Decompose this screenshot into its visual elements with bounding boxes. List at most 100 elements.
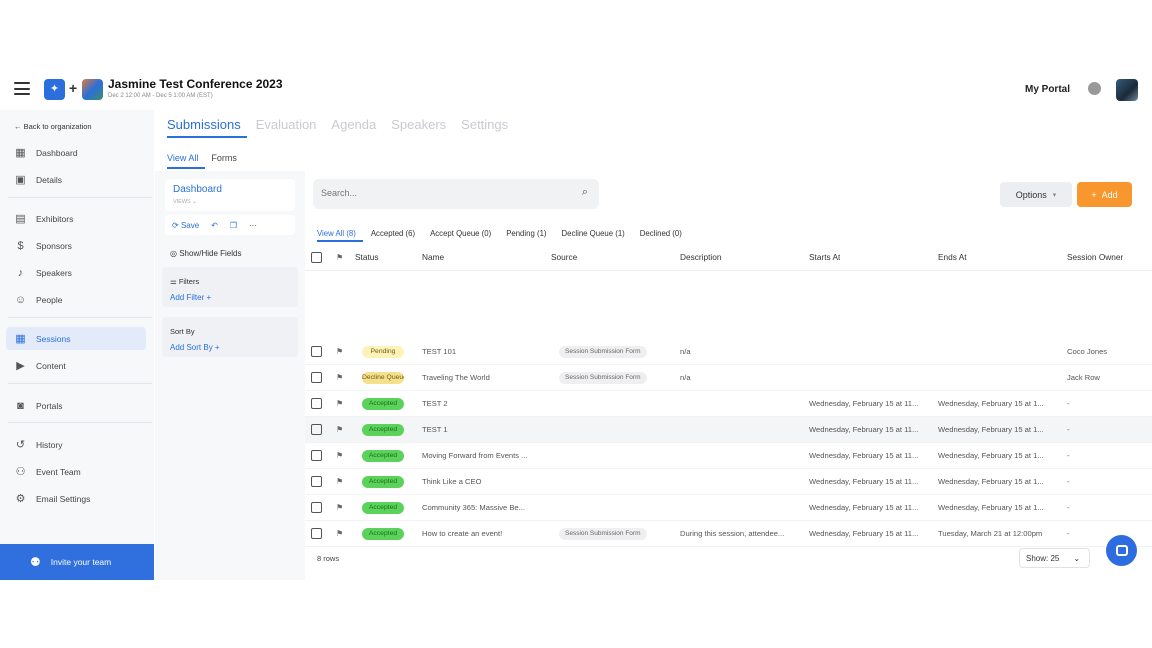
table-row[interactable]: ⚑ Accepted Think Like a CEO Wednesday, F… xyxy=(305,469,1152,495)
sidebar-item-label: Portals xyxy=(36,400,63,411)
table-row[interactable]: ⚑ Accepted Moving Forward from Events ..… xyxy=(305,443,1152,469)
row-checkbox[interactable] xyxy=(311,346,322,357)
back-to-organization-link[interactable]: ← Back to organization xyxy=(14,122,92,131)
column-header[interactable]: Ends At xyxy=(938,252,967,262)
row-description: n/a xyxy=(680,347,691,356)
grid-calendar-icon: ▦ xyxy=(15,333,26,345)
row-checkbox[interactable] xyxy=(311,424,322,435)
sidebar-item-people[interactable]: ☺ People xyxy=(6,288,146,311)
view-selector[interactable]: Dashboard VIEWS ⌄ xyxy=(165,179,295,211)
page-size-label: Show: 25 xyxy=(1026,553,1060,563)
flag-icon[interactable]: ⚑ xyxy=(336,373,343,382)
tab-speakers[interactable]: Speakers xyxy=(391,117,446,132)
history-icon: ↺ xyxy=(15,439,26,451)
table-row[interactable]: ⚑ Accepted How to create an event! Sessi… xyxy=(305,521,1152,547)
options-label: Options xyxy=(1015,189,1047,200)
sidebar-item-event-team[interactable]: ⚇ Event Team xyxy=(6,460,146,483)
save-view-button[interactable]: ⟳ Save xyxy=(172,221,199,230)
row-starts: Wednesday, February 15 at 11... xyxy=(809,529,919,538)
column-header[interactable]: Name xyxy=(422,252,444,262)
copy-icon[interactable]: ❐ xyxy=(230,221,237,230)
person-icon: ☺ xyxy=(14,293,27,306)
filter-tab-pending[interactable]: Pending (1) xyxy=(506,229,546,238)
page-size-select[interactable]: Show: 25 ⌄ xyxy=(1019,548,1090,568)
sidebar-item-details[interactable]: ▣ Details xyxy=(6,168,146,191)
table-row[interactable]: ⚑ Accepted TEST 2 Wednesday, February 15… xyxy=(305,391,1152,417)
status-badge: Accepted xyxy=(362,423,404,436)
flag-icon[interactable]: ⚑ xyxy=(336,477,343,486)
options-button[interactable]: Options ▾ xyxy=(1000,182,1072,207)
sidebar-item-speakers[interactable]: ♪ Speakers xyxy=(6,261,146,284)
filter-tab-accept-queue[interactable]: Accept Queue (0) xyxy=(430,229,491,238)
table-row[interactable]: ⚑ Pending TEST 101 Session Submission Fo… xyxy=(305,339,1152,365)
subtab-forms[interactable]: Forms xyxy=(211,153,237,163)
add-filter-button[interactable]: Add Filter + xyxy=(170,293,211,302)
avatar[interactable] xyxy=(1116,79,1138,101)
plus-icon: + xyxy=(69,80,78,96)
row-starts: Wednesday, February 15 at 11... xyxy=(809,425,919,434)
select-all-checkbox[interactable] xyxy=(311,251,322,263)
row-checkbox[interactable] xyxy=(311,528,322,539)
sidebar-item-email-settings[interactable]: ⚙ Email Settings xyxy=(6,487,146,510)
sidebar-item-dashboard[interactable]: ▦ Dashboard xyxy=(6,141,146,164)
column-header[interactable]: Starts At xyxy=(809,252,840,262)
status-filter-tabs: View All (8) Accepted (6) Accept Queue (… xyxy=(317,229,682,238)
row-checkbox[interactable] xyxy=(311,398,322,409)
hamburger-menu-icon[interactable] xyxy=(14,82,30,95)
add-sort-button[interactable]: Add Sort By + xyxy=(170,343,220,352)
flag-icon[interactable]: ⚑ xyxy=(336,347,343,356)
table-row[interactable]: ⚑ Accepted TEST 1 Wednesday, February 15… xyxy=(305,417,1152,443)
tab-settings[interactable]: Settings xyxy=(461,117,508,132)
chevron-down-icon: ⌄ xyxy=(1073,553,1081,563)
row-starts: Wednesday, February 15 at 11... xyxy=(809,477,919,486)
search-input[interactable]: Search... ⌕ xyxy=(313,179,599,209)
filter-tab-declined[interactable]: Declined (0) xyxy=(640,229,682,238)
row-description: During this session, attendee... xyxy=(680,529,785,538)
sidebar-item-history[interactable]: ↺ History xyxy=(6,433,146,456)
row-count: 8 rows xyxy=(317,554,340,563)
flag-icon[interactable]: ⚑ xyxy=(336,425,343,434)
add-button[interactable]: + Add xyxy=(1077,182,1132,207)
divider xyxy=(8,383,152,384)
row-checkbox[interactable] xyxy=(311,476,322,487)
sidebar-item-label: People xyxy=(36,294,63,305)
tab-agenda[interactable]: Agenda xyxy=(331,117,376,132)
sidebar-item-exhibitors[interactable]: ▤ Exhibitors xyxy=(6,207,146,230)
sidebar-item-sponsors[interactable]: $ Sponsors xyxy=(6,234,146,257)
invite-team-button[interactable]: ⚉ Invite your team xyxy=(0,544,154,580)
table-row[interactable]: ⚑ Accepted Community 365: Massive Be... … xyxy=(305,495,1152,521)
sidebar-item-content[interactable]: ▶ Content xyxy=(6,354,146,377)
subtab-view-all[interactable]: View All xyxy=(167,153,198,163)
flag-icon[interactable]: ⚑ xyxy=(336,399,343,408)
column-header[interactable]: Session Owner xyxy=(1067,252,1123,262)
my-portal-link[interactable]: My Portal xyxy=(1025,84,1070,95)
tab-evaluation[interactable]: Evaluation xyxy=(256,117,317,132)
flag-icon[interactable]: ⚑ xyxy=(336,529,343,538)
views-dropdown[interactable]: VIEWS ⌄ xyxy=(173,199,197,205)
filter-tab-decline-queue[interactable]: Decline Queue (1) xyxy=(562,229,625,238)
row-starts: Wednesday, February 15 at 11... xyxy=(809,451,919,460)
column-header[interactable]: Description xyxy=(680,252,722,262)
row-checkbox[interactable] xyxy=(311,372,322,383)
sidebar-item-sessions[interactable]: ▦ Sessions xyxy=(6,327,146,350)
tab-submissions[interactable]: Submissions xyxy=(167,117,241,132)
source-pill: Session Submission Form xyxy=(559,527,647,540)
sidebar-item-portals[interactable]: ◙ Portals xyxy=(6,394,146,417)
row-ends: Wednesday, February 15 at 1... xyxy=(938,399,1044,408)
active-subtab-indicator xyxy=(167,167,205,169)
filter-tab-accepted[interactable]: Accepted (6) xyxy=(371,229,415,238)
help-icon[interactable] xyxy=(1088,82,1101,95)
filter-tab-view-all[interactable]: View All (8) xyxy=(317,229,356,238)
chat-launcher-button[interactable] xyxy=(1106,535,1137,566)
flag-icon[interactable]: ⚑ xyxy=(336,451,343,460)
row-ends: Wednesday, February 15 at 1... xyxy=(938,451,1044,460)
row-checkbox[interactable] xyxy=(311,450,322,461)
flag-icon[interactable]: ⚑ xyxy=(336,503,343,512)
more-icon[interactable]: ⋯ xyxy=(249,221,257,230)
show-hide-fields-button[interactable]: ◎ Show/Hide Fields xyxy=(170,249,241,258)
column-header[interactable]: Status xyxy=(355,252,379,262)
column-header[interactable]: Source xyxy=(551,252,577,262)
undo-icon[interactable]: ↶ xyxy=(211,221,218,230)
table-row[interactable]: ⚑ Decline Queue Traveling The World Sess… xyxy=(305,365,1152,391)
row-checkbox[interactable] xyxy=(311,502,322,513)
